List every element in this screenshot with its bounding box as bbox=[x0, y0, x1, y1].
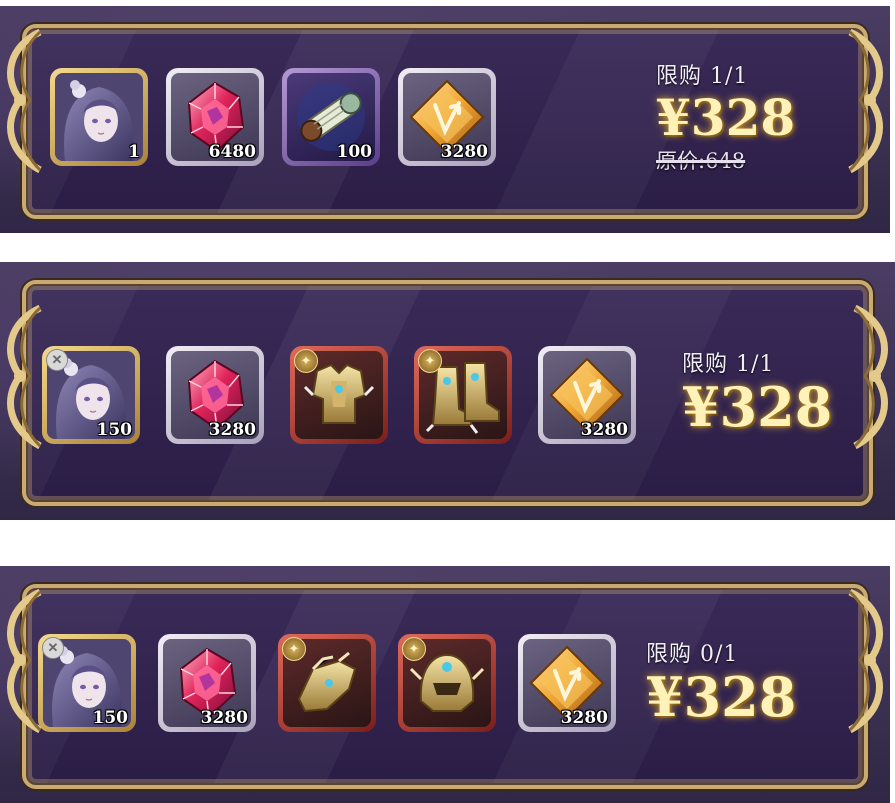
price-button[interactable]: ¥328 bbox=[682, 377, 832, 437]
star-badge-icon: ✦ bbox=[418, 349, 442, 373]
item-slot[interactable]: ✕ 150 bbox=[38, 634, 136, 732]
item-slot[interactable]: 3280 bbox=[398, 68, 496, 166]
item-quantity: 3280 bbox=[200, 708, 248, 728]
purchase-limit: 限购 1/1 bbox=[682, 352, 775, 377]
item-slot[interactable]: 1 bbox=[50, 68, 148, 166]
item-slot[interactable]: ✕ 150 bbox=[42, 346, 140, 444]
item-quantity: 150 bbox=[92, 708, 129, 728]
item-slot[interactable]: 3280 bbox=[538, 346, 636, 444]
item-quantity: 3280 bbox=[440, 142, 488, 162]
item-slot[interactable]: 3280 bbox=[518, 634, 616, 732]
close-badge-icon: ✕ bbox=[42, 637, 64, 659]
star-badge-icon: ✦ bbox=[294, 349, 318, 373]
ornament-flourish-icon bbox=[835, 302, 895, 452]
star-badge-icon: ✦ bbox=[282, 637, 306, 661]
item-slot[interactable]: ✦ bbox=[278, 634, 376, 732]
item-quantity: 3280 bbox=[580, 420, 628, 440]
price-button[interactable]: ¥328 bbox=[646, 667, 796, 727]
item-slot[interactable]: ✦ bbox=[290, 346, 388, 444]
item-slot[interactable]: 100 bbox=[282, 68, 380, 166]
item-quantity: 150 bbox=[96, 420, 133, 440]
item-slot[interactable]: 3280 bbox=[166, 346, 264, 444]
purchase-limit: 限购 1/1 bbox=[656, 64, 749, 89]
price-button[interactable]: ¥328 bbox=[656, 90, 795, 145]
ornament-flourish-icon bbox=[830, 586, 890, 736]
item-slot[interactable]: 6480 bbox=[166, 68, 264, 166]
close-badge-icon: ✕ bbox=[46, 349, 68, 371]
purchase-limit: 限购 0/1 bbox=[646, 642, 739, 667]
item-quantity: 1 bbox=[128, 142, 140, 162]
item-slot[interactable]: 3280 bbox=[158, 634, 256, 732]
ornament-flourish-icon bbox=[830, 26, 890, 176]
item-quantity: 3280 bbox=[208, 420, 256, 440]
item-slot[interactable]: ✦ bbox=[414, 346, 512, 444]
pack-row-1[interactable]: 1 6480 100 3280 限购 1/1 ¥328 原价:648 bbox=[0, 6, 890, 233]
item-quantity: 3280 bbox=[560, 708, 608, 728]
pack-row-3[interactable]: ✕ 150 3280 ✦ ✦ 3280 限购 0/1 ¥328 bbox=[0, 566, 890, 803]
pack-row-2[interactable]: ✕ 150 3280 ✦ ✦ 3280 限购 1/1 ¥328 bbox=[0, 262, 895, 520]
star-badge-icon: ✦ bbox=[402, 637, 426, 661]
item-quantity: 6480 bbox=[208, 142, 256, 162]
item-slot[interactable]: ✦ bbox=[398, 634, 496, 732]
item-quantity: 100 bbox=[336, 142, 373, 162]
original-price: 原价:648 bbox=[656, 149, 746, 173]
